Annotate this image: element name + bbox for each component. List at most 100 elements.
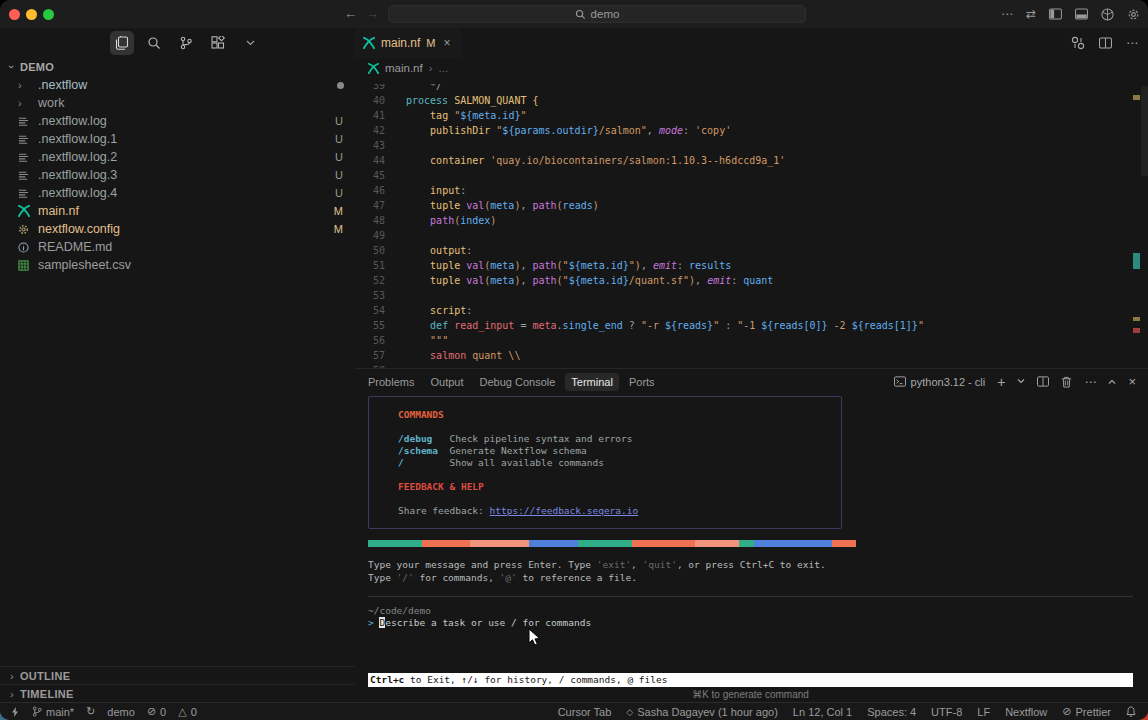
errors-indicator[interactable]: ⊘0 xyxy=(147,705,166,718)
language-indicator[interactable]: Nextflow xyxy=(1005,706,1047,718)
maximize-panel-icon[interactable] xyxy=(1108,379,1116,384)
tree-item--nextflow-log-3[interactable]: .nextflow.log.3U xyxy=(0,166,355,184)
panel-tab-ports[interactable]: Ports xyxy=(623,373,661,391)
outline-section[interactable]: › OUTLINE xyxy=(0,666,355,684)
explorer-section-header[interactable]: › DEMO xyxy=(0,58,355,76)
terminal-dropdown-icon[interactable] xyxy=(1017,379,1025,384)
tree-item-main-nf[interactable]: main.nfM xyxy=(0,202,355,220)
sync-indicator[interactable]: ↻ xyxy=(86,705,95,718)
tab-close-icon[interactable]: × xyxy=(444,36,451,50)
help-box: COMMANDS /debug Check pipeline syntax an… xyxy=(368,396,842,529)
tree-item--nextflow-log-2[interactable]: .nextflow.log.2U xyxy=(0,148,355,166)
search-sidebar-icon[interactable] xyxy=(142,31,166,55)
editor-scrollbar-thumb[interactable] xyxy=(1141,86,1148,176)
encoding-indicator[interactable]: UTF-8 xyxy=(931,706,962,718)
feedback-link[interactable]: https://feedback.seqera.io xyxy=(490,505,639,516)
git-status-badge: U xyxy=(335,115,343,127)
indentation-indicator[interactable]: Spaces: 4 xyxy=(867,706,916,718)
cursor-tab-indicator[interactable]: Cursor Tab xyxy=(558,706,612,718)
forward-button[interactable]: → xyxy=(366,6,379,21)
terminal-content[interactable]: COMMANDS /debug Check pipeline syntax an… xyxy=(368,396,1148,529)
panel-tab-debug-console[interactable]: Debug Console xyxy=(474,373,562,391)
panel-more-actions-icon[interactable]: ⋯ xyxy=(1084,375,1096,389)
prompt-input[interactable]: > Describe a task or use / for commands xyxy=(368,617,591,628)
close-window-button[interactable] xyxy=(9,9,20,20)
log-file-icon xyxy=(18,152,38,163)
settings-gear-icon[interactable] xyxy=(1127,8,1140,21)
panel-tab-output[interactable]: Output xyxy=(424,373,469,391)
new-terminal-icon[interactable]: + xyxy=(997,374,1005,390)
nf-file-icon xyxy=(18,205,38,217)
tree-item-work[interactable]: ›work xyxy=(0,94,355,112)
tab-modified-badge: M xyxy=(426,37,435,49)
nextflow-icon xyxy=(368,63,379,74)
toggle-panel-icon[interactable] xyxy=(1075,8,1088,20)
extensions-icon[interactable] xyxy=(206,31,230,55)
formatter-indicator[interactable]: ⊘Prettier xyxy=(1062,705,1111,718)
explorer-icon[interactable] xyxy=(110,31,134,55)
log-file-icon xyxy=(18,134,38,145)
panel-tab-terminal[interactable]: Terminal xyxy=(565,373,619,391)
mouse-cursor xyxy=(528,628,541,647)
commands-title: COMMANDS xyxy=(398,409,841,421)
git-blame-indicator[interactable]: ◇Sasha Dagayev (1 hour ago) xyxy=(626,706,778,718)
panel-tabs: ProblemsOutput Debug ConsoleTerminalPorts xyxy=(362,369,661,394)
breadcrumb[interactable]: main.nf › ... xyxy=(368,62,448,74)
split-terminal-icon[interactable] xyxy=(1037,376,1049,387)
secondary-sidebar-icon[interactable] xyxy=(1101,8,1114,21)
terminal-instance[interactable]: python3.12 - cli xyxy=(894,376,986,388)
timeline-label: TIMELINE xyxy=(20,688,74,700)
close-panel-icon[interactable]: × xyxy=(1128,374,1136,389)
warnings-indicator[interactable]: △0 xyxy=(178,705,197,718)
eol-indicator[interactable]: LF xyxy=(977,706,990,718)
cursor-position-indicator[interactable]: Ln 12, Col 1 xyxy=(793,706,852,718)
remote-indicator[interactable] xyxy=(10,707,20,717)
minimize-window-button[interactable] xyxy=(26,9,37,20)
tree-item--nextflow-log-1[interactable]: .nextflow.log.1U xyxy=(0,130,355,148)
breadcrumb-separator: › xyxy=(429,62,433,74)
tree-item--nextflow-log-4[interactable]: .nextflow.log.4U xyxy=(0,184,355,202)
panel-tab-problems[interactable]: Problems xyxy=(362,373,420,391)
project-indicator[interactable]: demo xyxy=(107,706,135,718)
git-branch-indicator[interactable]: main* xyxy=(32,706,74,718)
sync-arrows-icon[interactable]: ⇄ xyxy=(1026,7,1036,21)
tab-main-nf[interactable]: main.nf M × xyxy=(355,28,461,58)
notifications-bell-icon[interactable] xyxy=(1126,706,1136,717)
run-compare-icon[interactable] xyxy=(1071,36,1085,50)
tree-item-samplesheet-csv[interactable]: samplesheet.csv xyxy=(0,256,355,274)
breadcrumb-file: main.nf xyxy=(385,62,423,74)
tab-title: main.nf xyxy=(381,36,420,50)
timeline-section[interactable]: › TIMELINE xyxy=(0,684,355,702)
trash-icon[interactable] xyxy=(1061,376,1072,388)
terminal-footer-bar: Ctrl+c to Exit, ↑/↓ for history, / comma… xyxy=(368,673,1133,687)
log-file-icon xyxy=(18,116,38,127)
breadcrumb-more: ... xyxy=(439,62,449,74)
tree-item-nextflow-config[interactable]: nextflow.configM xyxy=(0,220,355,238)
toggle-sidebar-icon[interactable] xyxy=(1049,8,1062,20)
section-chevron-icon: › xyxy=(6,65,18,69)
outline-chevron-icon: › xyxy=(10,670,14,682)
git-status-badge: U xyxy=(335,151,343,163)
tree-item-readme-md[interactable]: README.md xyxy=(0,238,355,256)
tree-item--nextflow-log[interactable]: .nextflow.logU xyxy=(0,112,355,130)
command-center-search[interactable]: demo xyxy=(388,5,806,23)
log-file-icon xyxy=(18,170,38,181)
code-lines[interactable]: 39 */40process SALMON_QUANT {41 tag "${m… xyxy=(355,78,1148,368)
more-actions-icon[interactable]: ⋯ xyxy=(1001,7,1013,21)
split-editor-icon[interactable] xyxy=(1099,37,1112,49)
chevron-down-icon[interactable] xyxy=(238,31,262,55)
source-control-icon[interactable] xyxy=(174,31,198,55)
git-status-badge: U xyxy=(335,169,343,181)
gradient-bar xyxy=(368,540,856,547)
cwd-path: ~/code/demo xyxy=(368,605,431,616)
editor-more-actions-icon[interactable]: ⋯ xyxy=(1126,36,1138,50)
prompt-placeholder: escribe a task or use / for commands xyxy=(385,617,591,628)
git-status-badge: U xyxy=(335,133,343,145)
terminal-divider xyxy=(368,596,1133,597)
terminal-icon xyxy=(894,376,906,387)
tree-item--nextflow[interactable]: ›.nextflow xyxy=(0,76,355,94)
zoom-window-button[interactable] xyxy=(43,9,54,20)
timeline-chevron-icon: › xyxy=(10,688,14,700)
status-bar: main* ↻ demo ⊘0 △0 Cursor Tab ◇Sasha Dag… xyxy=(0,702,1148,720)
back-button[interactable]: ← xyxy=(344,6,357,21)
